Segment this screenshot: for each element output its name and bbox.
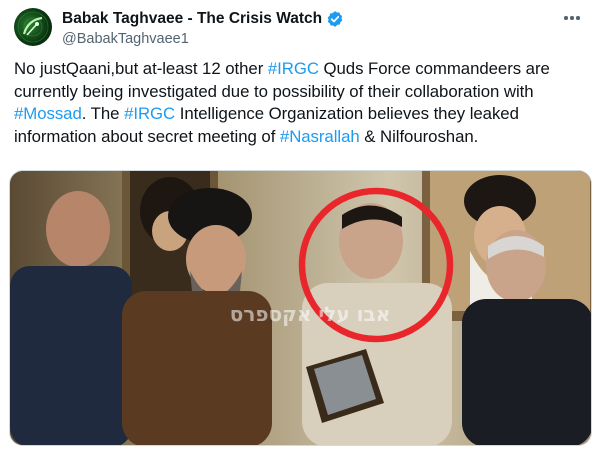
more-options-icon[interactable] [560,8,584,28]
hashtag-link[interactable]: #Mossad [14,104,82,123]
photo-watermark: אבו עלי אקספרס [230,302,391,326]
hashtag-link[interactable]: #IRGC [268,59,319,78]
hashtag-link[interactable]: #Nasrallah [280,127,360,146]
tweet-text-line: information about secret meeting of #Nas… [14,126,588,149]
avatar[interactable] [14,8,52,46]
hashtag-link[interactable]: #IRGC [124,104,175,123]
tweet-text-line: currently being investigated due to poss… [14,81,588,104]
tweet-photo[interactable]: אבו עלי אקספרס [9,170,592,446]
tweet-text: No justQaani,but at-least 12 other #IRGC… [14,58,588,148]
tweet-text-segment: information about secret meeting of [14,126,280,146]
tweet-text-segment: Intelligence Organization believes they … [175,104,519,123]
satellite-dish-icon [17,11,49,43]
tweet-text-segment: . The [81,104,125,123]
display-name[interactable]: Babak Taghvaee - The Crisis Watch [62,10,322,28]
verified-badge-icon [326,10,344,28]
tweet-text-segment: & Nilfouroshan. [359,126,479,146]
author-handle[interactable]: @BabakTaghvaee1 [62,31,344,47]
tweet-header: Babak Taghvaee - The Crisis Watch @Babak… [14,8,586,48]
tweet-text-line: No justQaani,but at-least 12 other #IRGC… [14,58,588,81]
tweet-text-segment: currently being investigated due to poss… [14,81,534,101]
tweet-text-segment: Quds Force commandeers are [318,59,550,78]
tweet-text-line: #Mossad. The #IRGC Intelligence Organiza… [14,103,588,126]
tweet-text-segment: No justQaani,but at-least 12 other [14,59,268,78]
